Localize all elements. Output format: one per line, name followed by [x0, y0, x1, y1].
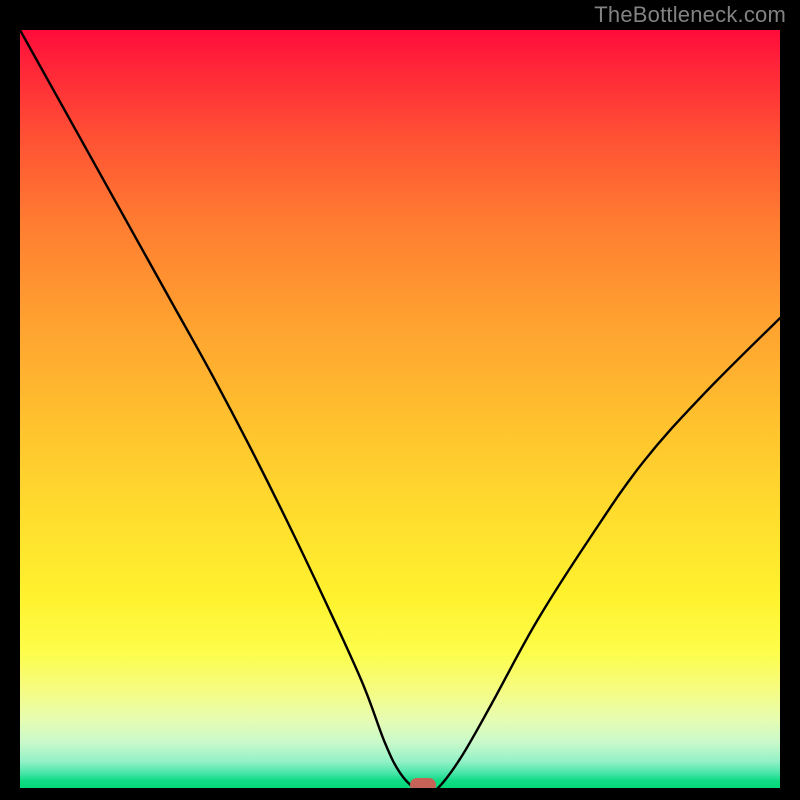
curve-path — [20, 30, 780, 788]
bottleneck-curve — [20, 30, 780, 788]
plot-area — [20, 30, 780, 788]
minimum-marker — [410, 778, 436, 788]
chart-stage: TheBottleneck.com — [0, 0, 800, 800]
watermark-text: TheBottleneck.com — [594, 2, 786, 28]
